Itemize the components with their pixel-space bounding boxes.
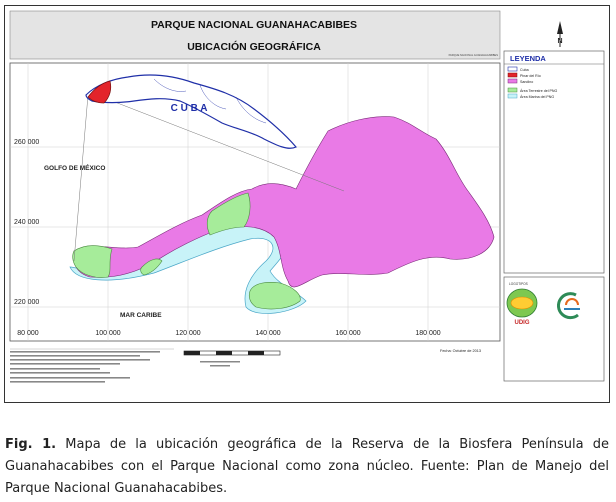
logos-label: LOGOTIPOS	[509, 282, 528, 286]
logo-text: UDIG	[515, 320, 530, 326]
legend-label: Área Marina del PNG	[520, 95, 554, 99]
x-tick-label: 120 000	[175, 330, 200, 337]
legend-label: Pinar del Río	[520, 74, 541, 78]
legend-item: Pinar del Río	[507, 72, 541, 78]
map-subtitle: UBICACIÓN GEOGRÁFICA	[187, 40, 321, 53]
y-tick-label: 220 000	[14, 299, 39, 306]
map-date: Fecha: Octubre de 2013	[440, 349, 481, 353]
north-label: N	[557, 38, 562, 45]
figure-caption: Fig. 1. Mapa de la ubicación geográfica …	[5, 434, 609, 500]
y-tick-label: 260 000	[14, 139, 39, 146]
legend-label: Área Terrestre del PNG	[520, 89, 557, 93]
legend-label: Sandino	[520, 80, 533, 84]
map-title: PARQUE NACIONAL GUANAHACABIBES	[151, 19, 357, 31]
caption-label: Fig. 1.	[5, 437, 57, 452]
x-tick-label: 180 000	[415, 330, 440, 337]
caribbean-label: MAR CARIBE	[120, 312, 162, 319]
legend-item: Sandino	[507, 78, 533, 84]
x-tick-label: 160 000	[335, 330, 360, 337]
legend-item: Área Terrestre del PNG	[507, 87, 557, 93]
x-tick-label: 80 000	[17, 330, 39, 337]
gulf-label: GOLFO DE MÉXICO	[44, 163, 105, 172]
caption-text: Mapa de la ubicación geográfica de la Re…	[5, 437, 609, 496]
title-small-note: PARQUE NACIONAL GUANAHACABIBES	[449, 53, 499, 57]
x-tick-label: 140 000	[255, 330, 280, 337]
inset-label: C U B A	[171, 103, 208, 114]
legend-label: Cuba	[520, 68, 529, 72]
legend-panel	[503, 50, 605, 274]
x-tick-label: 100 000	[95, 330, 120, 337]
map-figure: PARQUE NACIONAL GUANAHACABIBES UBICACIÓN…	[4, 5, 610, 403]
y-tick-label: 240 000	[14, 219, 39, 226]
legend-title: LEYENDA	[510, 54, 546, 63]
legend-item: Área Marina del PNG	[507, 93, 554, 99]
